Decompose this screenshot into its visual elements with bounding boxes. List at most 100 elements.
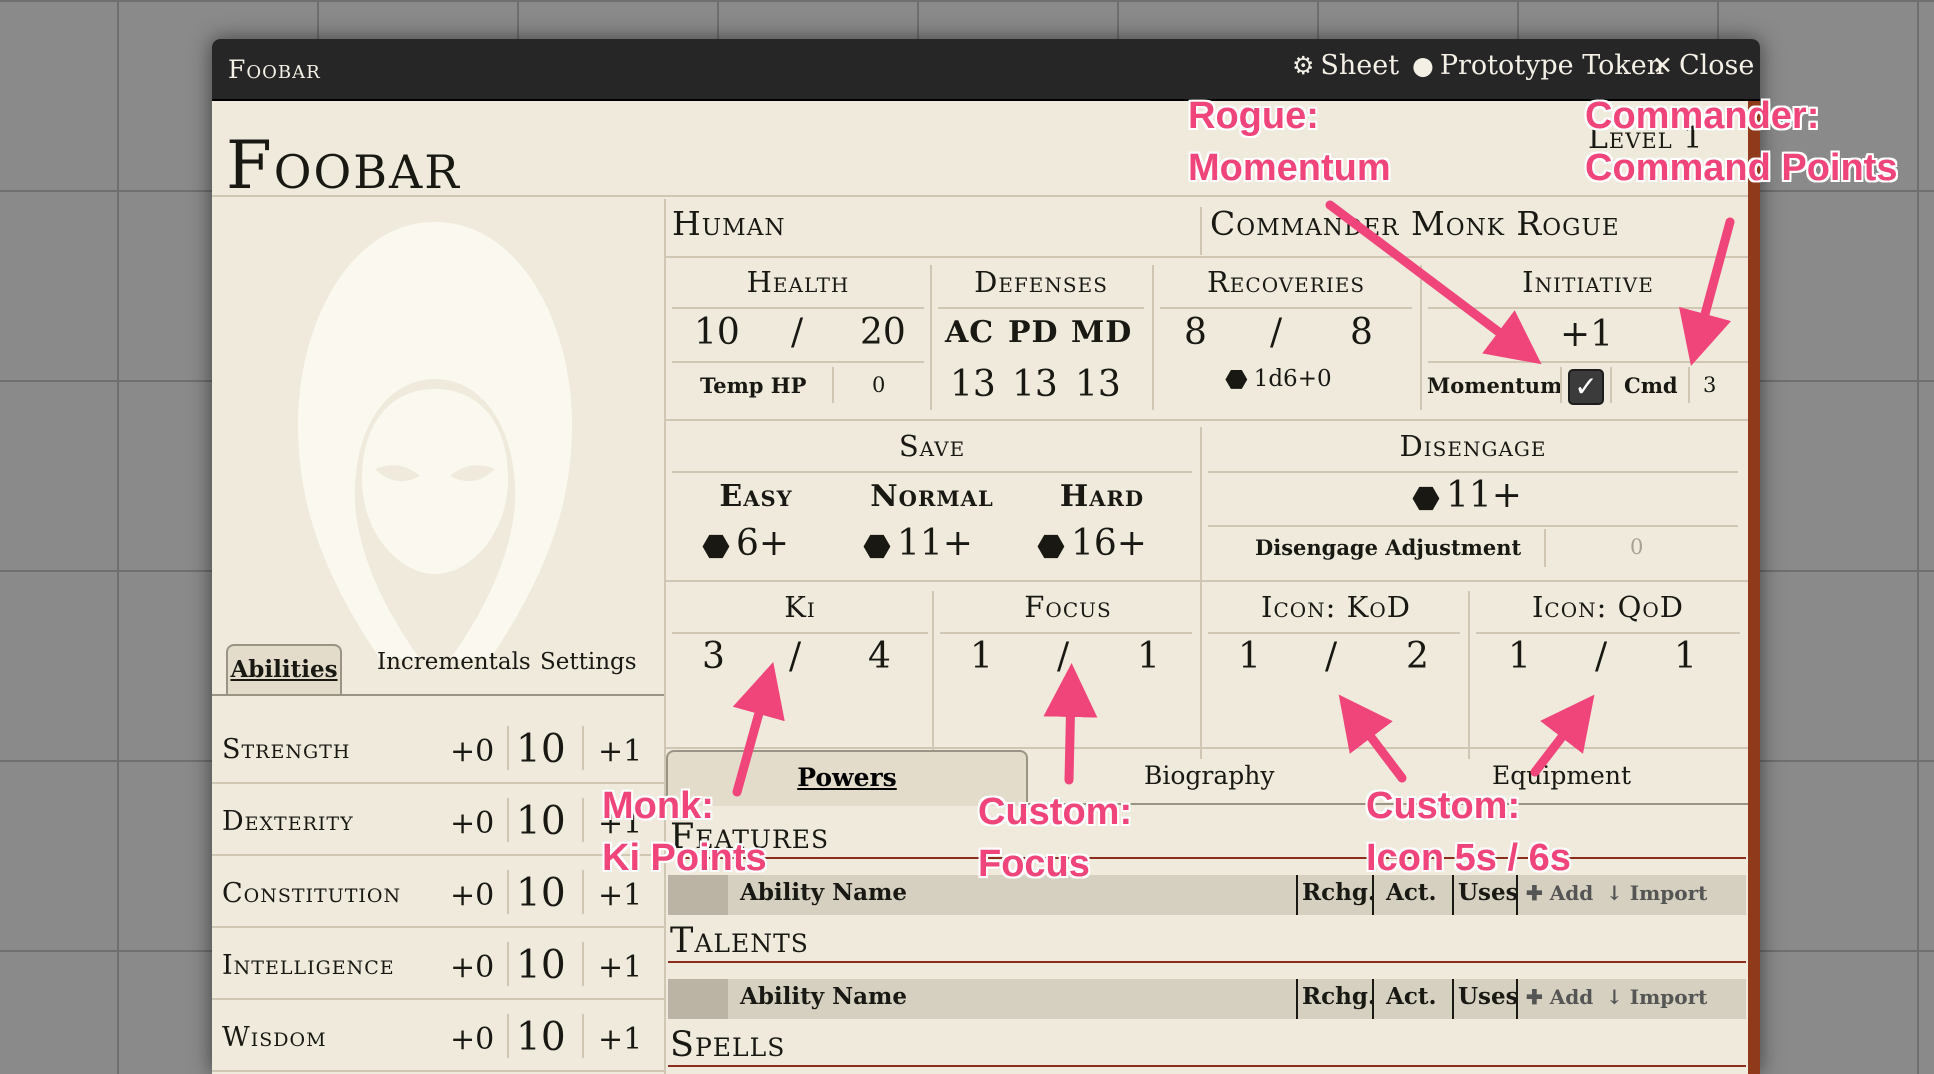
import-label: Import — [1629, 985, 1708, 1009]
save-normal-value: 11+ — [896, 523, 973, 564]
col-divider — [1296, 979, 1298, 1019]
ability-row-constitution[interactable]: Constitution +0 10 +1 — [212, 856, 662, 926]
col-divider — [1452, 979, 1454, 1019]
ability-mod: +0 — [450, 806, 495, 841]
features-import-button[interactable]: ↓ Import — [1606, 881, 1707, 905]
ability-row-dexterity[interactable]: Dexterity +0 10 +1 — [212, 784, 662, 854]
initiative-value[interactable]: +1 — [1560, 314, 1613, 355]
talents-add-button[interactable]: ✚ Add — [1526, 985, 1593, 1009]
hp-max[interactable]: 20 — [860, 312, 906, 353]
ability-divider — [582, 726, 584, 770]
d20-icon: ⬣ — [1412, 479, 1440, 517]
recoveries-max[interactable]: 8 — [1350, 312, 1373, 353]
ability-divider — [582, 798, 584, 842]
annotation-icon: Custom: Icon 5s / 6s — [1365, 780, 1571, 884]
block-divider — [930, 265, 932, 410]
character-name[interactable]: Foobar — [226, 127, 461, 204]
tab-incrementals[interactable]: Incrementals — [377, 649, 531, 675]
arrow-down-icon: ↓ — [1606, 985, 1630, 1009]
disengage-underline — [1208, 471, 1738, 473]
d20-icon: ⬣ — [702, 527, 730, 565]
row-divider — [212, 1070, 664, 1072]
prototype-token-label: Prototype Token — [1439, 50, 1665, 81]
icon-kod-max[interactable]: 2 — [1406, 636, 1429, 677]
ability-mod: +0 — [450, 1022, 495, 1057]
annotation-focus-line1: Custom: — [977, 790, 1133, 834]
close-button[interactable]: ✕ Close — [1652, 50, 1754, 81]
section-divider — [664, 580, 1748, 582]
col-uses: Uses — [1458, 983, 1519, 1010]
classes[interactable]: Commander Monk Rogue — [1210, 204, 1620, 243]
prototype-token-button[interactable]: ● Prototype Token — [1412, 50, 1664, 81]
icon-qod-max[interactable]: 1 — [1674, 636, 1697, 677]
sheet-button[interactable]: ⚙ Sheet — [1292, 50, 1399, 81]
talents-import-button[interactable]: ↓ Import — [1606, 985, 1707, 1009]
icon-qod-separator: / — [1595, 636, 1608, 677]
save-easy-roll[interactable]: ⬣ 6+ — [702, 523, 789, 565]
header-grip — [668, 979, 728, 1019]
health-row-divider — [672, 361, 924, 363]
disengage-label: Disengage — [1399, 429, 1547, 463]
cmd-value[interactable]: 3 — [1703, 373, 1716, 397]
save-hard-roll[interactable]: ⬣ 16+ — [1037, 523, 1147, 565]
ac-value[interactable]: 13 — [950, 364, 996, 405]
recoveries-current[interactable]: 8 — [1184, 312, 1207, 353]
col-recharge: Rchg. — [1302, 983, 1376, 1010]
tab-biography[interactable]: Biography — [1144, 761, 1275, 790]
focus-current[interactable]: 1 — [970, 636, 993, 677]
icon-qod-current[interactable]: 1 — [1508, 636, 1531, 677]
ability-row-strength[interactable]: Strength +0 10 +1 — [212, 712, 662, 782]
disengage-adjustment-input[interactable]: 0 — [1630, 535, 1643, 559]
ability-bonus: +1 — [598, 1022, 643, 1057]
pd-value[interactable]: 13 — [1012, 364, 1058, 405]
momentum-checkbox[interactable]: ✓ — [1568, 369, 1604, 405]
md-value[interactable]: 13 — [1075, 364, 1121, 405]
ability-mod: +0 — [450, 878, 495, 913]
icon-kod-current[interactable]: 1 — [1238, 636, 1261, 677]
temp-hp-divider — [832, 367, 834, 403]
recoveries-label: Recoveries — [1206, 265, 1366, 299]
recovery-roll[interactable]: ⬣ 1d6+0 — [1225, 365, 1332, 395]
hp-current[interactable]: 10 — [694, 312, 740, 353]
ability-score[interactable]: 10 — [516, 727, 566, 772]
cmd-label: Cmd — [1624, 373, 1678, 398]
d20-icon: ⬣ — [1037, 527, 1065, 565]
ability-score[interactable]: 10 — [516, 799, 566, 844]
initiative-underline — [1428, 307, 1748, 309]
section-divider — [664, 419, 1748, 421]
ability-divider — [507, 1014, 509, 1058]
save-hard-label: Hard — [1059, 479, 1145, 514]
tab-settings[interactable]: Settings — [540, 649, 637, 675]
annotation-rogue-line2: Momentum — [1187, 146, 1391, 190]
annotation-icon-line1: Custom: — [1365, 784, 1521, 828]
d20-icon: ⬣ — [1225, 365, 1248, 395]
defenses-label: Defenses — [974, 265, 1108, 299]
features-rule — [668, 857, 1746, 859]
icon-qod-underline — [1476, 632, 1740, 634]
ability-score[interactable]: 10 — [516, 871, 566, 916]
column-divider — [664, 199, 666, 1074]
ki-current[interactable]: 3 — [702, 636, 725, 677]
ki-max[interactable]: 4 — [868, 636, 891, 677]
tab-abilities[interactable]: Abilities — [226, 644, 342, 696]
ability-row-intelligence[interactable]: Intelligence +0 10 +1 — [212, 928, 662, 998]
features-add-button[interactable]: ✚ Add — [1526, 881, 1593, 905]
initiative-row-divider — [1428, 361, 1748, 363]
momentum-divider — [1560, 367, 1562, 403]
ability-row-wisdom[interactable]: Wisdom +0 10 +1 — [212, 1000, 662, 1070]
disengage-roll[interactable]: ⬣ 11+ — [1412, 475, 1522, 517]
focus-max[interactable]: 1 — [1137, 636, 1160, 677]
race[interactable]: Human — [672, 204, 785, 243]
save-normal-roll[interactable]: ⬣ 11+ — [863, 523, 973, 565]
character-portrait[interactable] — [270, 214, 600, 664]
plus-icon: ✚ — [1526, 985, 1550, 1009]
defenses-underline — [938, 307, 1144, 309]
temp-hp-value[interactable]: 0 — [872, 373, 885, 397]
close-icon: ✕ — [1652, 51, 1673, 80]
md-label: MD — [1071, 315, 1133, 350]
ability-score[interactable]: 10 — [516, 1015, 566, 1060]
save-easy-value: 6+ — [735, 523, 790, 564]
ability-score[interactable]: 10 — [516, 943, 566, 988]
block-divider — [1152, 265, 1154, 410]
disengage-adjustment-label: Disengage Adjustment — [1255, 535, 1522, 560]
